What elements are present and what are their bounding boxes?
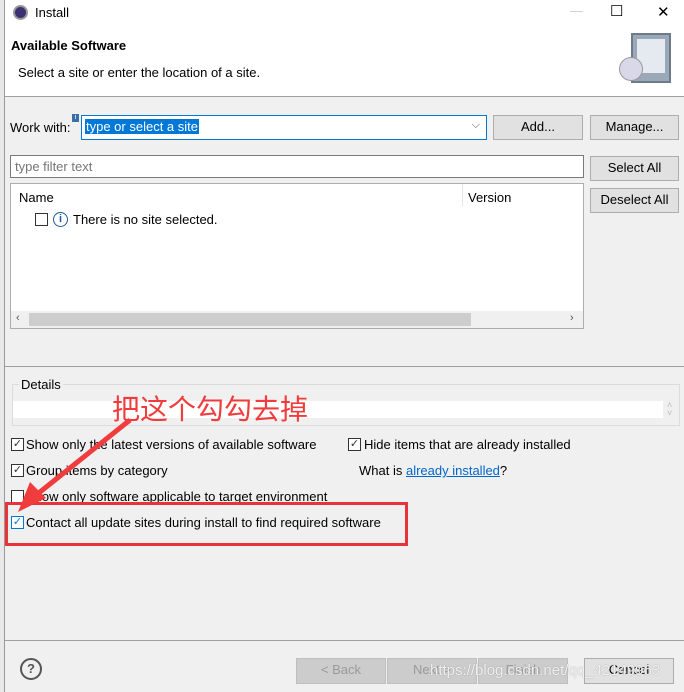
back-button[interactable]: < Back xyxy=(296,658,386,684)
annotation-arrow xyxy=(18,418,132,512)
help-icon[interactable]: ? xyxy=(20,658,42,680)
watermark: https://blog.csdn.net/qq_42149963 xyxy=(430,662,661,679)
footer-divider xyxy=(5,640,684,641)
